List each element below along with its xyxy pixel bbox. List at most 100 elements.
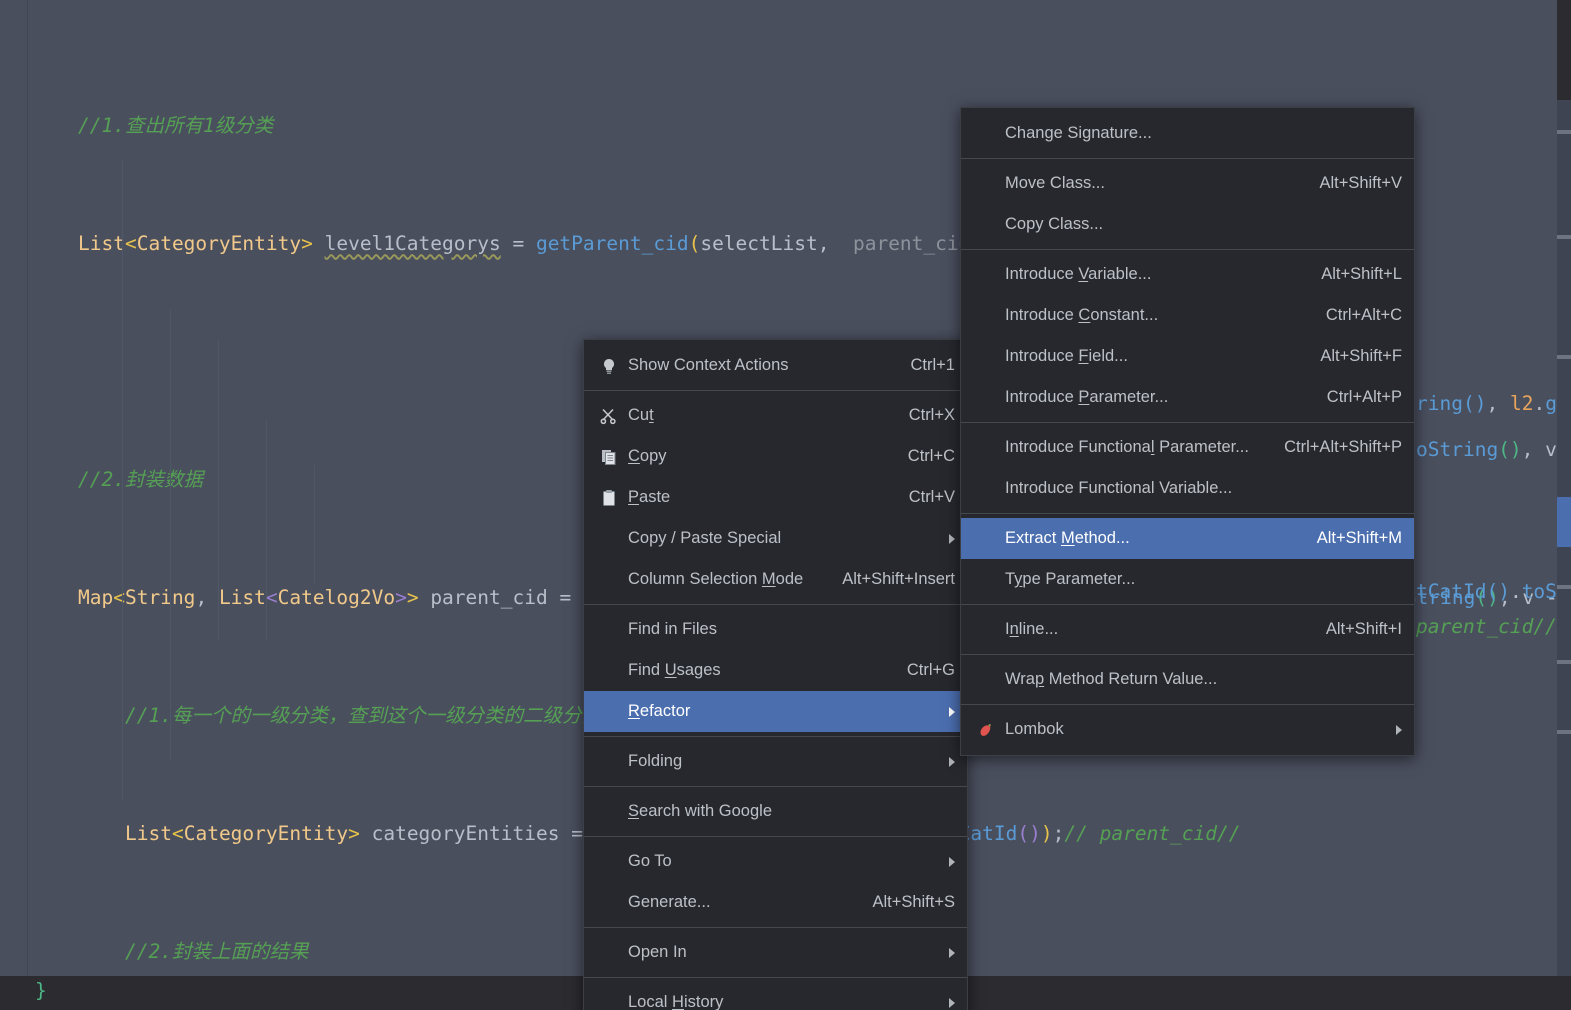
lightbulb-icon bbox=[596, 356, 622, 376]
menu-item-show-context-actions[interactable]: Show Context Actions Ctrl+1 bbox=[584, 345, 967, 386]
menu-item-find-usages[interactable]: Find Usages Ctrl+G bbox=[584, 650, 967, 691]
chevron-right-icon bbox=[949, 706, 955, 717]
menu-item-label: Change Signature... bbox=[1005, 124, 1152, 142]
chevron-right-icon bbox=[949, 856, 955, 867]
scrollbar-thumb[interactable] bbox=[1557, 497, 1571, 547]
menu-item-label: Copy bbox=[628, 447, 667, 465]
menu-item-introduce-parameter[interactable]: Introduce Parameter... Ctrl+Alt+P bbox=[961, 377, 1414, 418]
menu-item-copy-paste-special[interactable]: Copy / Paste Special bbox=[584, 518, 967, 559]
scrollbar-marker[interactable] bbox=[1557, 660, 1571, 664]
menu-item-copy-class[interactable]: Copy Class... bbox=[961, 204, 1414, 245]
scrollbar-marker[interactable] bbox=[1557, 730, 1571, 734]
menu-separator bbox=[961, 654, 1414, 655]
menu-item-label: Show Context Actions bbox=[628, 356, 789, 374]
menu-separator bbox=[961, 249, 1414, 250]
menu-item-label: Wrap Method Return Value... bbox=[1005, 670, 1218, 688]
menu-item-introduce-functional-variable[interactable]: Introduce Functional Variable... bbox=[961, 468, 1414, 509]
menu-item-label: Introduce Field... bbox=[1005, 347, 1128, 365]
menu-item-move-class[interactable]: Move Class... Alt+Shift+V bbox=[961, 163, 1414, 204]
menu-item-paste[interactable]: Paste Ctrl+V bbox=[584, 477, 967, 518]
menu-item-change-signature[interactable]: Change Signature... bbox=[961, 113, 1414, 154]
clipboard-icon bbox=[596, 488, 622, 508]
menu-separator bbox=[584, 927, 967, 928]
menu-item-inline[interactable]: Inline... Alt+Shift+I bbox=[961, 609, 1414, 650]
indent-guide bbox=[170, 310, 171, 760]
menu-item-wrap-method-return-value[interactable]: Wrap Method Return Value... bbox=[961, 659, 1414, 700]
menu-item-label: Refactor bbox=[628, 702, 691, 720]
menu-item-label: Search with Google bbox=[628, 802, 773, 820]
menu-item-local-history[interactable]: Local History bbox=[584, 982, 967, 1010]
menu-separator bbox=[584, 736, 967, 737]
menu-item-introduce-constant[interactable]: Introduce Constant... Ctrl+Alt+C bbox=[961, 295, 1414, 336]
menu-separator bbox=[584, 390, 967, 391]
menu-item-find-in-files[interactable]: Find in Files bbox=[584, 609, 967, 650]
menu-item-label: Find in Files bbox=[628, 620, 717, 638]
chevron-right-icon bbox=[949, 997, 955, 1008]
menu-item-column-selection-mode[interactable]: Column Selection Mode Alt+Shift+Insert bbox=[584, 559, 967, 600]
menu-item-introduce-field[interactable]: Introduce Field... Alt+Shift+F bbox=[961, 336, 1414, 377]
menu-item-refactor[interactable]: Refactor bbox=[584, 691, 967, 732]
menu-item-cut[interactable]: Cut Ctrl+X bbox=[584, 395, 967, 436]
menu-item-label: Type Parameter... bbox=[1005, 570, 1136, 588]
menu-item-label: Paste bbox=[628, 488, 671, 506]
scrollbar-marker[interactable] bbox=[1557, 585, 1571, 589]
editor-scrollbar[interactable] bbox=[1557, 0, 1571, 976]
menu-item-label: Extract Method... bbox=[1005, 529, 1130, 547]
menu-item-go-to[interactable]: Go To bbox=[584, 841, 967, 882]
menu-item-label: Copy Class... bbox=[1005, 215, 1104, 233]
menu-item-shortcut: Alt+Shift+F bbox=[1320, 347, 1402, 365]
menu-item-type-parameter[interactable]: Type Parameter... bbox=[961, 559, 1414, 600]
menu-item-label: Inline... bbox=[1005, 620, 1059, 638]
scrollbar-marker[interactable] bbox=[1557, 130, 1571, 134]
scissors-icon bbox=[596, 406, 622, 426]
menu-item-label: Copy / Paste Special bbox=[628, 529, 782, 547]
menu-item-open-in[interactable]: Open In bbox=[584, 932, 967, 973]
menu-item-label: Introduce Functional Variable... bbox=[1005, 479, 1233, 497]
scrollbar-marker[interactable] bbox=[1557, 235, 1571, 239]
menu-separator bbox=[584, 786, 967, 787]
editor-context-menu[interactable]: Show Context Actions Ctrl+1 Cut Ctrl+X Copy C… bbox=[583, 339, 968, 1010]
menu-separator bbox=[961, 604, 1414, 605]
menu-item-introduce-functional-parameter[interactable]: Introduce Functional Parameter... Ctrl+Al… bbox=[961, 427, 1414, 468]
menu-item-shortcut: Alt+Shift+M bbox=[1316, 529, 1402, 547]
chevron-right-icon bbox=[949, 533, 955, 544]
menu-item-shortcut: Alt+Shift+Insert bbox=[842, 570, 955, 588]
menu-item-generate[interactable]: Generate... Alt+Shift+S bbox=[584, 882, 967, 923]
menu-item-shortcut: Alt+Shift+V bbox=[1319, 174, 1402, 192]
menu-item-copy[interactable]: Copy Ctrl+C bbox=[584, 436, 967, 477]
indent-guide bbox=[218, 340, 219, 640]
menu-item-shortcut: Ctrl+C bbox=[907, 447, 955, 465]
indent-guide bbox=[122, 160, 123, 800]
scrollbar-marker[interactable] bbox=[1557, 355, 1571, 359]
menu-item-search-with-google[interactable]: Search with Google bbox=[584, 791, 967, 832]
copy-icon bbox=[596, 447, 622, 467]
menu-item-label: Generate... bbox=[628, 893, 711, 911]
menu-separator bbox=[584, 836, 967, 837]
chevron-right-icon bbox=[949, 947, 955, 958]
menu-separator bbox=[961, 422, 1414, 423]
menu-item-label: Folding bbox=[628, 752, 683, 770]
indent-guide bbox=[266, 420, 267, 640]
chevron-right-icon bbox=[1396, 724, 1402, 735]
ide-window: //1.查出所有1级分类 List<CategoryEntity> level1… bbox=[0, 0, 1571, 1010]
menu-item-shortcut: Ctrl+Alt+C bbox=[1325, 306, 1402, 324]
scrollbar-marker[interactable] bbox=[1557, 0, 1571, 100]
menu-item-extract-method[interactable]: Extract Method... Alt+Shift+M bbox=[961, 518, 1414, 559]
refactor-submenu[interactable]: Change Signature... Move Class... Alt+Shif… bbox=[960, 107, 1415, 756]
menu-item-label: Introduce Constant... bbox=[1005, 306, 1159, 324]
menu-separator bbox=[584, 604, 967, 605]
menu-item-label: Lombok bbox=[1005, 720, 1064, 738]
menu-item-folding[interactable]: Folding bbox=[584, 741, 967, 782]
menu-separator bbox=[961, 704, 1414, 705]
menu-item-label: Find Usages bbox=[628, 661, 721, 679]
menu-item-shortcut: Alt+Shift+I bbox=[1325, 620, 1402, 638]
menu-item-label: Column Selection Mode bbox=[628, 570, 804, 588]
menu-item-lombok[interactable]: Lombok bbox=[961, 709, 1414, 750]
menu-separator bbox=[584, 977, 967, 978]
menu-item-shortcut: Alt+Shift+S bbox=[872, 893, 955, 911]
menu-item-shortcut: Alt+Shift+L bbox=[1321, 265, 1402, 283]
menu-item-introduce-variable[interactable]: Introduce Variable... Alt+Shift+L bbox=[961, 254, 1414, 295]
menu-item-label: Cut bbox=[628, 406, 654, 424]
menu-item-shortcut: Ctrl+V bbox=[908, 488, 955, 506]
menu-item-label: Introduce Functional Parameter... bbox=[1005, 438, 1249, 456]
